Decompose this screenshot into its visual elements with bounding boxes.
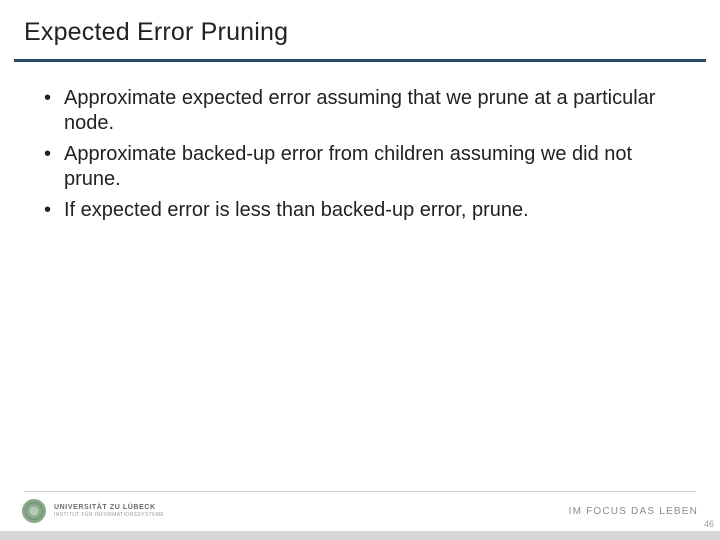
- university-seal-icon: [22, 499, 46, 523]
- slide-body: Approximate expected error assuming that…: [0, 62, 720, 223]
- university-name: UNIVERSITÄT ZU LÜBECK: [54, 504, 164, 511]
- footer: UNIVERSITÄT ZU LÜBECK INSTITUT FÜR INFOR…: [22, 496, 698, 526]
- slide: Expected Error Pruning Approximate expec…: [0, 0, 720, 540]
- university-subline: INSTITUT FÜR INFORMATIONSSYSTEME: [54, 513, 164, 518]
- slide-title: Expected Error Pruning: [24, 18, 696, 47]
- bullet-list: Approximate expected error assuming that…: [38, 86, 682, 223]
- bullet-item: Approximate expected error assuming that…: [38, 86, 682, 136]
- title-block: Expected Error Pruning: [0, 0, 720, 53]
- footer-tagline: IM FOCUS DAS LEBEN: [569, 506, 698, 517]
- page-number: 46: [704, 519, 714, 529]
- university-block: UNIVERSITÄT ZU LÜBECK INSTITUT FÜR INFOR…: [22, 499, 164, 523]
- bullet-item: Approximate backed-up error from childre…: [38, 142, 682, 192]
- bottom-bar: [0, 531, 720, 540]
- bullet-item: If expected error is less than backed-up…: [38, 198, 682, 223]
- university-text: UNIVERSITÄT ZU LÜBECK INSTITUT FÜR INFOR…: [54, 504, 164, 518]
- footer-rule: [24, 491, 696, 492]
